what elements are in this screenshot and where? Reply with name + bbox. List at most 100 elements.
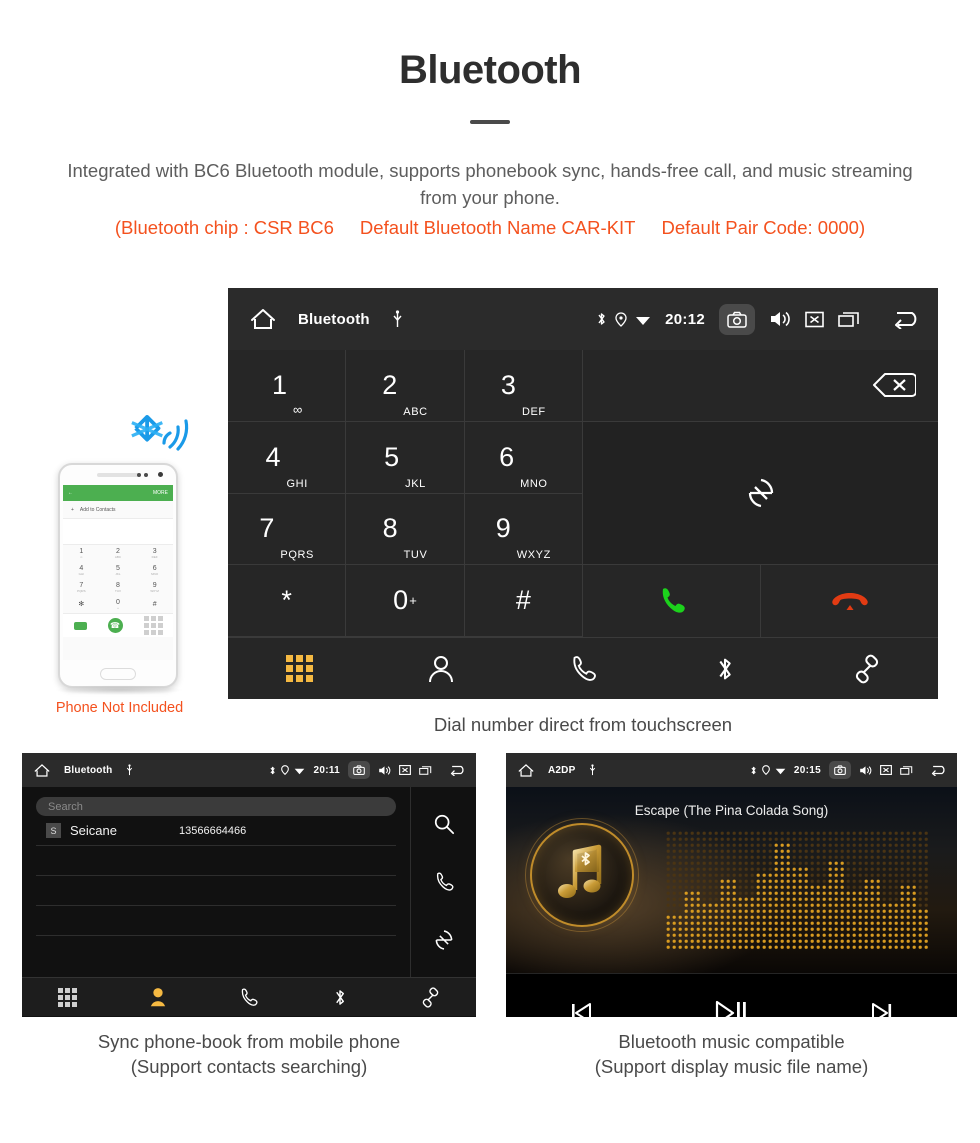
key-3[interactable]: 3 DEF xyxy=(464,350,583,422)
tab-history[interactable] xyxy=(512,654,654,684)
next-track-button[interactable] xyxy=(807,1000,957,1017)
phone-key-sub: ABC xyxy=(114,555,122,559)
call-history-icon[interactable] xyxy=(433,871,455,893)
phone-add-contact-label: Add to Contacts xyxy=(79,506,116,513)
call-history-icon xyxy=(242,987,259,1006)
call-button[interactable] xyxy=(583,565,761,637)
phone-key-sub: JKL xyxy=(115,572,121,576)
key-8[interactable]: 8 TUV xyxy=(346,493,465,566)
music-stage: Escape (The Pina Colada Song) xyxy=(506,787,957,973)
phone-key-sub: MNO xyxy=(151,572,159,576)
phone-key-sub: ∞ xyxy=(80,555,83,559)
phone-shadow xyxy=(54,685,184,695)
dialer-body: 1 ∞ 2 ABC 3 DEF 4 GHI 5 JKL 6 MNO 7 PQRS 8 TUV 9… xyxy=(228,350,938,637)
music-note-bluetooth-icon xyxy=(558,844,602,898)
play-pause-button[interactable] xyxy=(656,999,806,1017)
camera-icon[interactable] xyxy=(348,761,370,779)
tab-bluetooth[interactable] xyxy=(294,987,385,1008)
call-actions-row xyxy=(583,565,938,637)
key-7[interactable]: 7 PQRS xyxy=(228,493,347,566)
link-pair-icon xyxy=(855,654,879,683)
status-bar-title: Bluetooth xyxy=(298,310,370,328)
home-icon[interactable] xyxy=(250,307,276,331)
key-star[interactable]: * xyxy=(228,565,347,637)
volume-icon[interactable] xyxy=(769,310,791,328)
key-sublabel: + xyxy=(409,593,417,609)
contact-person-icon xyxy=(429,655,453,682)
key-0[interactable]: 0 + xyxy=(346,565,465,637)
home-icon[interactable] xyxy=(34,763,50,778)
dialpad-icon xyxy=(57,987,77,1007)
voicemail-icon: ∞ xyxy=(293,401,302,417)
status-bar-title: A2DP xyxy=(548,764,576,776)
key-label: * xyxy=(281,585,292,616)
camera-icon[interactable] xyxy=(829,761,851,779)
tab-bluetooth[interactable] xyxy=(654,654,796,684)
contact-row[interactable]: S Seicane 13566664466 xyxy=(36,816,396,846)
back-arrow-icon[interactable] xyxy=(890,309,924,329)
key-sublabel: JKL xyxy=(405,477,426,490)
contact-name: Seicane xyxy=(70,823,117,838)
tab-contacts[interactable] xyxy=(113,986,204,1008)
sync-icon[interactable] xyxy=(433,929,455,951)
page-title: Bluetooth xyxy=(398,48,582,92)
phonebook-screen: Bluetooth 20:11 Search S Seicane 1356666… xyxy=(22,753,476,1017)
key-sublabel: ABC xyxy=(403,405,428,418)
recents-icon[interactable] xyxy=(419,765,432,776)
tab-history[interactable] xyxy=(204,987,295,1008)
volume-icon[interactable] xyxy=(378,765,391,776)
tab-dialpad[interactable] xyxy=(22,987,113,1007)
phone-key-num: 7 xyxy=(79,582,84,589)
tab-dialpad[interactable] xyxy=(228,655,370,682)
phone-key: 4 GHI xyxy=(63,562,100,579)
key-label: 0 xyxy=(393,585,409,616)
key-4[interactable]: 4 GHI xyxy=(228,421,347,494)
hangup-button[interactable] xyxy=(761,565,938,637)
key-hash[interactable]: # xyxy=(464,565,583,637)
home-icon[interactable] xyxy=(518,763,534,778)
key-9[interactable]: 9 WXYZ xyxy=(464,493,583,566)
back-arrow-icon[interactable] xyxy=(929,764,949,776)
phone-key-sub: DEF xyxy=(151,555,158,559)
music-screen: A2DP 20:15 Escape (The Pina Colada Song) xyxy=(506,753,957,1017)
camera-icon[interactable] xyxy=(719,303,755,335)
status-bar-clock: 20:11 xyxy=(313,764,340,776)
close-box-icon[interactable] xyxy=(805,310,824,329)
tab-pair[interactable] xyxy=(385,986,476,1008)
phone-key: 5 JKL xyxy=(100,562,137,579)
close-box-icon[interactable] xyxy=(880,764,892,776)
previous-track-button[interactable] xyxy=(506,1000,656,1017)
key-6[interactable]: 6 MNO xyxy=(464,421,583,494)
recents-icon[interactable] xyxy=(838,310,860,329)
search-icon[interactable] xyxy=(433,813,455,835)
call-history-icon xyxy=(573,655,596,681)
phone-back-icon: ← xyxy=(68,490,73,496)
phone-key: # xyxy=(136,596,173,613)
dialer-right-pane xyxy=(583,350,938,637)
volume-icon[interactable] xyxy=(859,765,872,776)
key-5[interactable]: 5 JKL xyxy=(346,421,465,494)
location-pin-icon xyxy=(762,765,770,775)
phone-key-num: 3 xyxy=(152,548,157,555)
close-box-icon[interactable] xyxy=(399,764,411,776)
phone-key: 2 ABC xyxy=(100,545,137,562)
bluetooth-icon xyxy=(750,765,757,776)
phone-key: 7 PQRS xyxy=(63,579,100,596)
wifi-icon xyxy=(294,766,305,775)
search-placeholder: Search xyxy=(48,800,83,813)
key-1[interactable]: 1 ∞ xyxy=(228,350,347,422)
phonebook-tab-bar xyxy=(22,977,476,1016)
recents-icon[interactable] xyxy=(900,765,913,776)
key-label: 1 xyxy=(272,369,288,400)
key-2[interactable]: 2 ABC xyxy=(346,350,465,422)
backspace-icon[interactable] xyxy=(872,372,916,398)
sync-icon[interactable] xyxy=(745,477,777,509)
phonebook-caption-line2: (Support contacts searching) xyxy=(130,1055,368,1077)
key-label: 2 xyxy=(382,369,398,400)
search-input[interactable]: Search xyxy=(36,797,396,816)
tab-pair[interactable] xyxy=(796,654,938,684)
back-arrow-icon[interactable] xyxy=(448,764,468,776)
contact-row-empty xyxy=(36,846,396,876)
phone-key-sub: WXYZ xyxy=(150,589,159,593)
tab-contacts[interactable] xyxy=(370,654,512,684)
